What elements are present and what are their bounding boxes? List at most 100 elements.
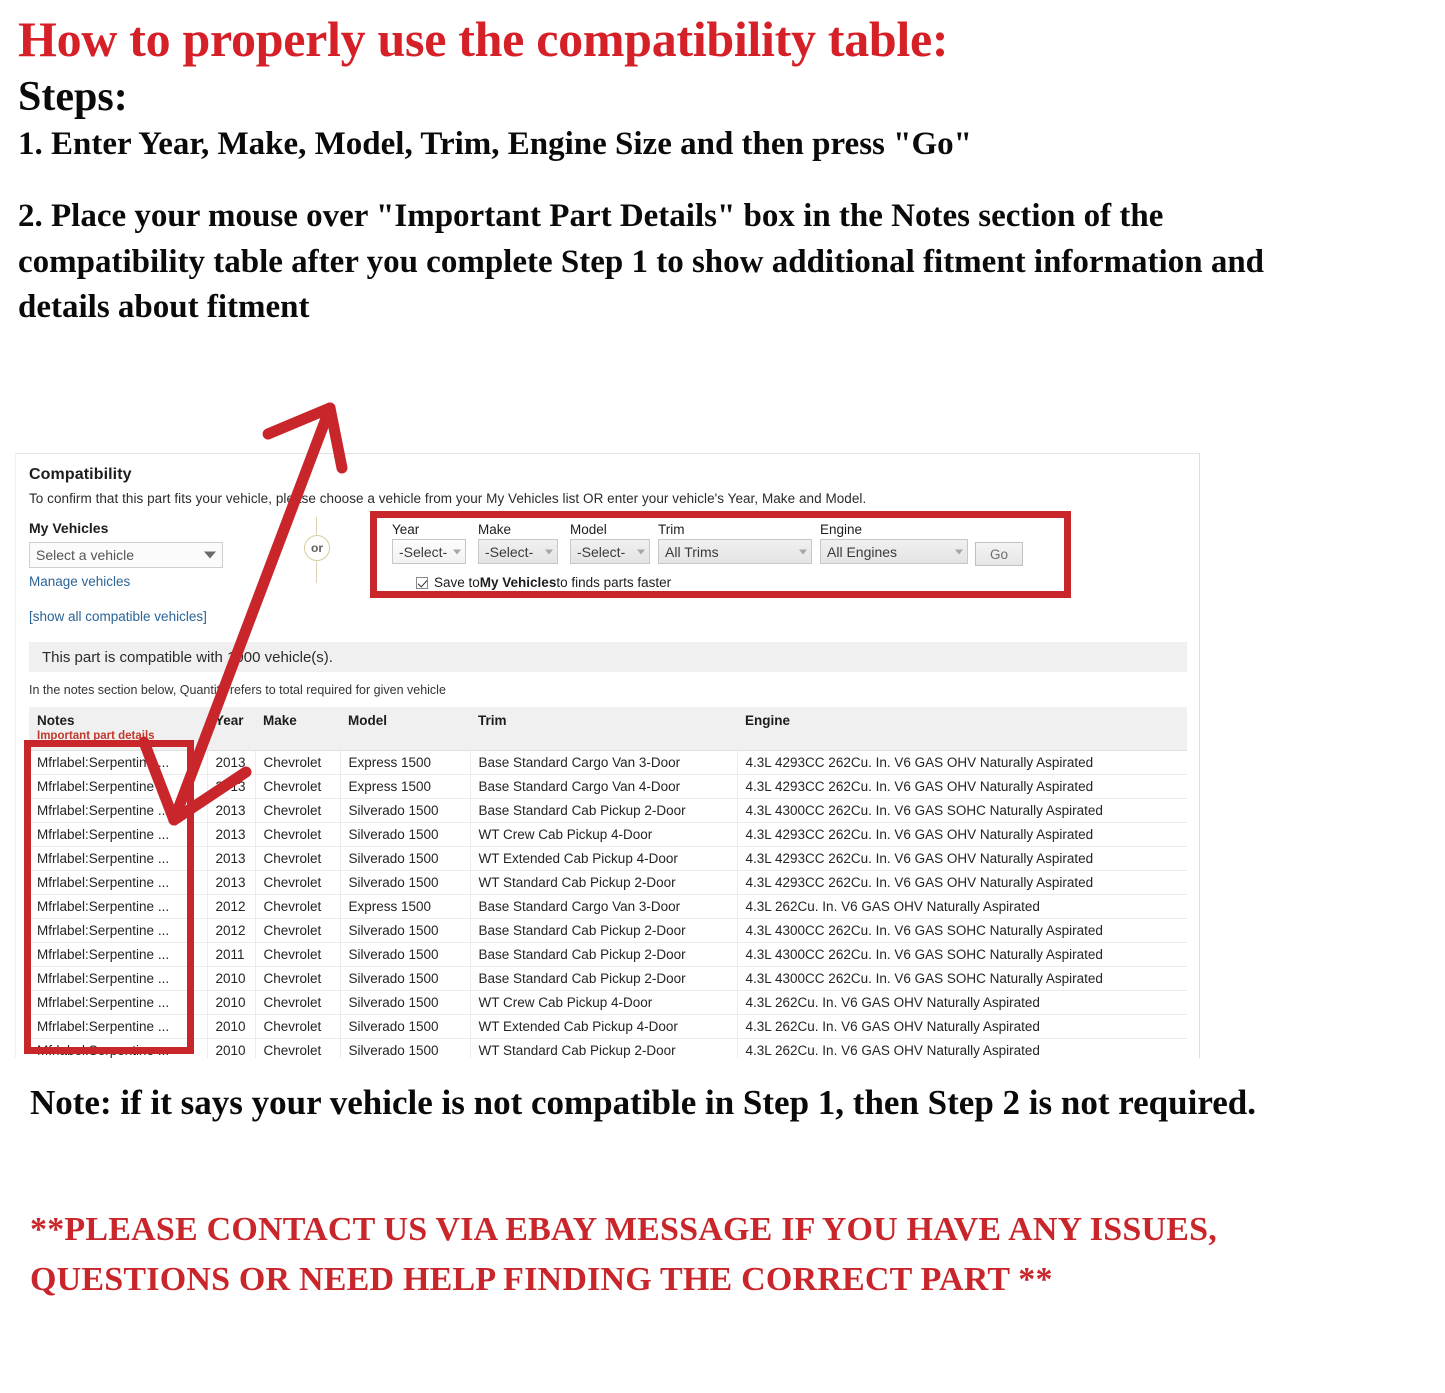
- cell-notes[interactable]: Mfrlabel:Serpentine ...: [29, 942, 208, 967]
- model-label: Model: [570, 522, 607, 537]
- cell-year: 2013: [207, 750, 256, 775]
- cell-year: 2013: [207, 774, 256, 799]
- make-label: Make: [478, 522, 512, 537]
- chevron-down-icon: [204, 551, 216, 559]
- my-vehicles-label: My Vehicles: [29, 520, 109, 536]
- cell-make: Chevrolet: [255, 942, 341, 967]
- step-1-text: 1. Enter Year, Make, Model, Trim, Engine…: [18, 126, 972, 163]
- col-header-model: Model: [340, 707, 470, 751]
- cell-trim: WT Standard Cab Pickup 2-Door: [470, 870, 738, 895]
- cell-notes[interactable]: Mfrlabel:Serpentine ...: [29, 990, 208, 1015]
- table-row: Mfrlabel:Serpentine ... 2010 Chevrolet Silv…: [29, 966, 1187, 991]
- chevron-down-icon: [799, 549, 807, 554]
- cell-notes[interactable]: Mfrlabel:Serpentine ...: [29, 870, 208, 895]
- model-select-value: -Select-: [577, 543, 626, 560]
- cell-year: 2011: [207, 942, 256, 967]
- go-button[interactable]: Go: [975, 542, 1023, 566]
- manage-vehicles-link[interactable]: Manage vehicles: [29, 574, 130, 589]
- cell-model: Silverado 1500: [340, 1014, 471, 1039]
- table-row: Mfrlabel:Serpentine ... 2010 Chevrolet Silv…: [29, 1038, 1187, 1058]
- cell-year: 2013: [207, 822, 256, 847]
- table-row: Mfrlabel:Serpentine ... 2013 Chevrolet Expr…: [29, 750, 1187, 775]
- save-bold-text: My Vehicles: [479, 575, 557, 590]
- cell-year: 2012: [207, 918, 256, 943]
- show-all-compatible-vehicles-link[interactable]: [show all compatible vehicles]: [29, 609, 207, 624]
- cell-engine: 4.3L 262Cu. In. V6 GAS OHV Naturally Asp…: [737, 894, 1187, 919]
- or-divider: or: [304, 517, 330, 583]
- save-to-my-vehicles-checkbox[interactable]: [416, 576, 428, 589]
- cell-trim: Base Standard Cab Pickup 2-Door: [470, 798, 738, 823]
- make-select[interactable]: -Select-: [478, 539, 558, 564]
- fitment-table: Notes Important part details Year Make M…: [29, 707, 1187, 1058]
- cell-make: Chevrolet: [255, 966, 341, 991]
- cell-trim: Base Standard Cab Pickup 2-Door: [470, 966, 738, 991]
- cell-notes[interactable]: Mfrlabel:Serpentine ...: [29, 1014, 208, 1039]
- cell-notes[interactable]: Mfrlabel:Serpentine ...: [29, 750, 208, 775]
- year-field: Year -Select-: [392, 522, 466, 564]
- table-header-row: Notes Important part details Year Make M…: [29, 707, 1187, 751]
- cell-trim: WT Standard Cab Pickup 2-Door: [470, 1038, 738, 1058]
- cell-notes[interactable]: Mfrlabel:Serpentine ...: [29, 798, 208, 823]
- my-vehicles-select[interactable]: Select a vehicle: [29, 542, 223, 568]
- trim-select-value: All Trims: [665, 543, 719, 560]
- cell-trim: WT Crew Cab Pickup 4-Door: [470, 990, 738, 1015]
- cell-engine: 4.3L 4300CC 262Cu. In. V6 GAS SOHC Natur…: [737, 942, 1187, 967]
- engine-select-value: All Engines: [827, 543, 898, 560]
- cell-make: Chevrolet: [255, 822, 341, 847]
- cell-year: 2013: [207, 798, 256, 823]
- cell-make: Chevrolet: [255, 750, 341, 775]
- save-to-my-vehicles-row[interactable]: Save to My Vehicles to finds parts faste…: [416, 575, 671, 590]
- cell-notes[interactable]: Mfrlabel:Serpentine ...: [29, 822, 208, 847]
- engine-label: Engine: [820, 522, 863, 537]
- cell-make: Chevrolet: [255, 918, 341, 943]
- cell-notes[interactable]: Mfrlabel:Serpentine ...: [29, 966, 208, 991]
- compatibility-heading: Compatibility: [29, 466, 132, 483]
- cell-year: 2010: [207, 1014, 256, 1039]
- cell-engine: 4.3L 4300CC 262Cu. In. V6 GAS SOHC Natur…: [737, 798, 1187, 823]
- cell-engine: 4.3L 4293CC 262Cu. In. V6 GAS OHV Natura…: [737, 822, 1187, 847]
- cell-trim: Base Standard Cargo Van 3-Door: [470, 750, 738, 775]
- cell-model: Silverado 1500: [340, 918, 471, 943]
- notes-quantity-hint: In the notes section below, Quantity ref…: [29, 683, 446, 697]
- table-row: Mfrlabel:Serpentine ... 2010 Chevrolet Silv…: [29, 990, 1187, 1015]
- col-header-make: Make: [255, 707, 340, 751]
- table-row: Mfrlabel:Serpentine ... 2013 Chevrolet Silv…: [29, 798, 1187, 823]
- page-title: How to properly use the compatibility ta…: [18, 11, 949, 67]
- cell-model: Silverado 1500: [340, 1038, 471, 1058]
- steps-label: Steps:: [18, 74, 128, 120]
- cell-make: Chevrolet: [255, 846, 341, 871]
- cell-model: Express 1500: [340, 894, 471, 919]
- cell-year: 2010: [207, 990, 256, 1015]
- engine-select[interactable]: All Engines: [820, 539, 968, 564]
- model-select[interactable]: -Select-: [570, 539, 650, 564]
- cell-notes[interactable]: Mfrlabel:Serpentine ...: [29, 894, 208, 919]
- col-header-engine: Engine: [737, 707, 1187, 751]
- chevron-down-icon: [955, 549, 963, 554]
- table-row: Mfrlabel:Serpentine ... 2012 Chevrolet Silv…: [29, 918, 1187, 943]
- table-row: Mfrlabel:Serpentine ... 2013 Chevrolet Silv…: [29, 822, 1187, 847]
- chevron-down-icon: [545, 549, 553, 554]
- important-part-details-label[interactable]: Important part details: [37, 730, 199, 742]
- compatibility-subtitle: To confirm that this part fits your vehi…: [29, 491, 867, 506]
- cell-notes[interactable]: Mfrlabel:Serpentine ...: [29, 1038, 208, 1058]
- cell-notes[interactable]: Mfrlabel:Serpentine ...: [29, 846, 208, 871]
- col-header-trim: Trim: [470, 707, 737, 751]
- compatible-count-text: This part is compatible with 1000 vehicl…: [42, 648, 333, 666]
- cell-model: Silverado 1500: [340, 966, 471, 991]
- or-divider-label: or: [304, 535, 330, 561]
- cell-notes[interactable]: Mfrlabel:Serpentine ...: [29, 918, 208, 943]
- year-select[interactable]: -Select-: [392, 539, 466, 564]
- cell-trim: Base Standard Cargo Van 3-Door: [470, 894, 738, 919]
- trim-select[interactable]: All Trims: [658, 539, 812, 564]
- make-select-value: -Select-: [485, 543, 534, 560]
- cell-trim: WT Crew Cab Pickup 4-Door: [470, 822, 738, 847]
- save-suffix-text: to finds parts faster: [556, 575, 672, 590]
- cell-notes[interactable]: Mfrlabel:Serpentine ...: [29, 774, 208, 799]
- compatible-count-banner: This part is compatible with 1000 vehicl…: [29, 642, 1187, 672]
- table-row: Mfrlabel:Serpentine ... 2013 Chevrolet Expr…: [29, 774, 1187, 799]
- trim-label: Trim: [658, 522, 685, 537]
- col-header-year: Year: [207, 707, 255, 751]
- col-header-notes-label: Notes: [37, 713, 75, 728]
- trim-field: Trim All Trims: [658, 522, 812, 564]
- cell-make: Chevrolet: [255, 990, 341, 1015]
